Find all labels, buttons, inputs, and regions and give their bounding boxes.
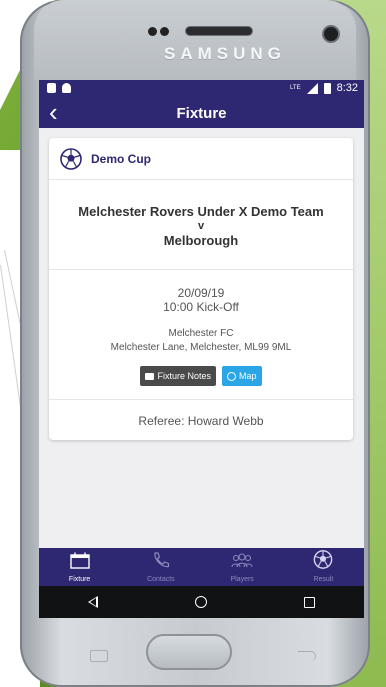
android-icon [62,83,71,93]
device-brand: SAMSUNG [164,44,286,63]
bottom-tab-bar: Fixture Contacts Players Result [39,548,364,586]
tab-players[interactable]: Players [202,548,283,586]
action-buttons: Fixture Notes Map [49,366,353,386]
players-icon [231,553,253,568]
front-camera [324,27,338,41]
kickoff-time: 10:00 Kick-Off [163,300,239,314]
home-team: Melchester Rovers Under X Demo Team [78,204,324,219]
hardware-recents-key[interactable] [90,650,108,662]
fixture-details: 20/09/19 10:00 Kick-Off Melchester FC Me… [49,270,353,400]
status-time: 8:32 [336,82,358,94]
referee-info: Referee: Howard Webb [138,414,264,428]
tab-result[interactable]: Result [283,548,364,586]
battery-icon [323,82,331,94]
notification-icon [47,83,56,93]
sensor-dot [148,27,157,36]
recents-square-icon [304,596,316,608]
competition-name: Demo Cup [91,152,151,166]
competition-header: Demo Cup [49,138,353,180]
android-nav-bar [39,586,364,618]
signal-icon [306,82,318,94]
tab-label: Fixture [68,576,91,583]
tab-label: Players [230,576,254,583]
home-circle-icon [195,596,208,608]
tab-contacts[interactable]: Contacts [120,548,201,586]
network-type: LTE [290,85,301,91]
nav-back-button[interactable] [73,590,113,614]
phone-top-bezel: SAMSUNG [34,0,356,80]
hardware-back-key[interactable] [298,651,316,661]
fixture-date: 20/09/19 [177,286,225,300]
nav-home-button[interactable] [181,590,221,614]
venue-address: Melchester Lane, Melchester, ML99 9ML [110,342,292,353]
status-bar: LTE 8:32 [39,80,364,98]
tab-label: Contacts [147,576,175,583]
tab-label: Result [313,576,334,583]
away-team: Melborough [163,233,239,248]
fixture-notes-button[interactable]: Fixture Notes [140,366,216,386]
football-icon [314,550,333,569]
versus-label: v [197,220,205,232]
match-teams: Melchester Rovers Under X Demo Team v Me… [49,180,353,270]
nav-recents-button[interactable] [290,590,330,614]
tab-fixture[interactable]: Fixture [39,548,120,586]
title-bar: ‹ Fixture [39,98,364,128]
fixture-card: Demo Cup Melchester Rovers Under X Demo … [49,138,353,440]
phone-icon [154,552,169,568]
fixture-notes-label: Fixture Notes [157,371,211,381]
comment-icon [145,372,155,380]
hardware-home-button[interactable] [146,634,232,670]
globe-icon [227,371,236,381]
page-title: Fixture [176,105,227,122]
app-screen: LTE 8:32 ‹ Fixture Demo Cup Melchester R… [39,80,364,618]
venue-name: Melchester FC [168,328,234,339]
calendar-icon [69,552,90,569]
football-icon [60,148,82,170]
map-button[interactable]: Map [222,366,262,386]
sensor-dot [160,27,169,36]
back-triangle-icon [88,596,99,608]
earpiece-speaker [185,26,253,36]
map-label: Map [239,371,257,381]
